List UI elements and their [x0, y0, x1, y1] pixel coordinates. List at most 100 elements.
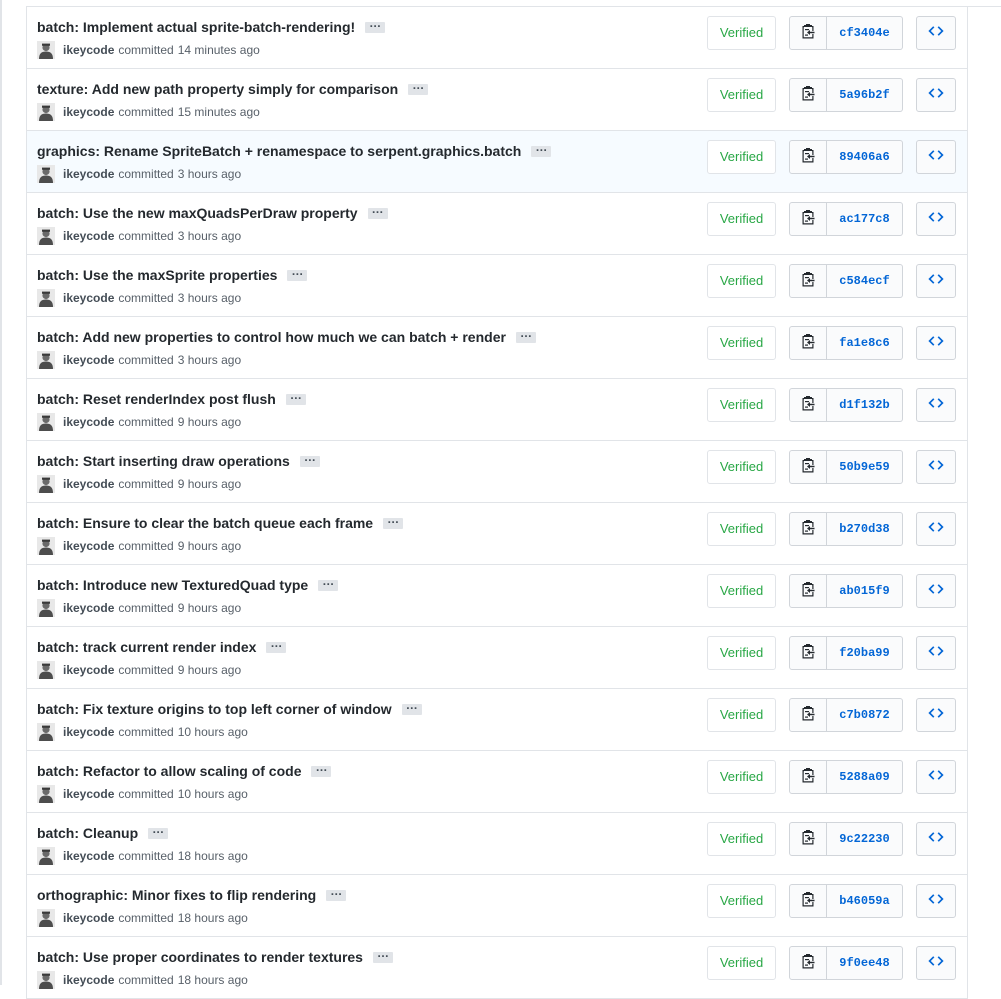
copy-sha-button[interactable] [789, 760, 827, 794]
author-avatar[interactable] [37, 351, 55, 369]
browse-repo-button[interactable] [916, 326, 956, 360]
expand-details-button[interactable] [365, 16, 386, 33]
author-avatar[interactable] [37, 909, 55, 927]
verified-badge[interactable]: Verified [707, 78, 776, 112]
author-link[interactable]: ikeycode [63, 725, 114, 739]
commit-sha-link[interactable]: 9c22230 [827, 822, 903, 856]
expand-details-button[interactable] [148, 822, 169, 839]
commit-sha-link[interactable]: f20ba99 [827, 636, 903, 670]
commit-message-link[interactable]: batch: track current render index [37, 639, 256, 655]
verified-badge[interactable]: Verified [707, 698, 776, 732]
copy-sha-button[interactable] [789, 636, 827, 670]
author-link[interactable]: ikeycode [63, 849, 114, 863]
verified-badge[interactable]: Verified [707, 822, 776, 856]
copy-sha-button[interactable] [789, 450, 827, 484]
author-avatar[interactable] [37, 537, 55, 555]
copy-sha-button[interactable] [789, 388, 827, 422]
verified-badge[interactable]: Verified [707, 760, 776, 794]
author-link[interactable]: ikeycode [63, 415, 114, 429]
expand-details-button[interactable] [326, 884, 347, 901]
commit-message-link[interactable]: batch: Use the maxSprite properties [37, 267, 277, 283]
verified-badge[interactable]: Verified [707, 884, 776, 918]
commit-sha-link[interactable]: c7b0872 [827, 698, 903, 732]
expand-details-button[interactable] [318, 574, 339, 591]
verified-badge[interactable]: Verified [707, 388, 776, 422]
commit-message-link[interactable]: batch: Introduce new TexturedQuad type [37, 577, 308, 593]
expand-details-button[interactable] [287, 264, 308, 281]
browse-repo-button[interactable] [916, 140, 956, 174]
browse-repo-button[interactable] [916, 78, 956, 112]
author-avatar[interactable] [37, 723, 55, 741]
verified-badge[interactable]: Verified [707, 946, 776, 980]
author-link[interactable]: ikeycode [63, 167, 114, 181]
author-link[interactable]: ikeycode [63, 601, 114, 615]
expand-details-button[interactable] [299, 450, 320, 467]
author-avatar[interactable] [37, 661, 55, 679]
commit-sha-link[interactable]: 89406a6 [827, 140, 903, 174]
verified-badge[interactable]: Verified [707, 140, 776, 174]
author-avatar[interactable] [37, 413, 55, 431]
verified-badge[interactable]: Verified [707, 326, 776, 360]
copy-sha-button[interactable] [789, 16, 827, 50]
copy-sha-button[interactable] [789, 78, 827, 112]
browse-repo-button[interactable] [916, 698, 956, 732]
commit-message-link[interactable]: batch: Start inserting draw operations [37, 453, 290, 469]
browse-repo-button[interactable] [916, 822, 956, 856]
commit-sha-link[interactable]: 5a96b2f [827, 78, 903, 112]
copy-sha-button[interactable] [789, 326, 827, 360]
commit-message-link[interactable]: batch: Ensure to clear the batch queue e… [37, 515, 373, 531]
browse-repo-button[interactable] [916, 760, 956, 794]
commit-message-link[interactable]: batch: Fix texture origins to top left c… [37, 701, 392, 717]
expand-details-button[interactable] [408, 78, 429, 95]
verified-badge[interactable]: Verified [707, 202, 776, 236]
expand-details-button[interactable] [372, 946, 393, 963]
author-link[interactable]: ikeycode [63, 291, 114, 305]
author-link[interactable]: ikeycode [63, 477, 114, 491]
author-link[interactable]: ikeycode [63, 353, 114, 367]
commit-message-link[interactable]: batch: Reset renderIndex post flush [37, 391, 276, 407]
copy-sha-button[interactable] [789, 946, 827, 980]
browse-repo-button[interactable] [916, 388, 956, 422]
browse-repo-button[interactable] [916, 264, 956, 298]
commit-message-link[interactable]: orthographic: Minor fixes to flip render… [37, 887, 316, 903]
commit-sha-link[interactable]: ac177c8 [827, 202, 903, 236]
commit-message-link[interactable]: batch: Add new properties to control how… [37, 329, 506, 345]
commit-sha-link[interactable]: 9f0ee48 [827, 946, 903, 980]
commit-message-link[interactable]: batch: Implement actual sprite-batch-ren… [37, 19, 355, 35]
commit-sha-link[interactable]: 5288a09 [827, 760, 903, 794]
commit-sha-link[interactable]: d1f132b [827, 388, 903, 422]
commit-sha-link[interactable]: ab015f9 [827, 574, 903, 608]
commit-sha-link[interactable]: b46059a [827, 884, 903, 918]
commit-sha-link[interactable]: cf3404e [827, 16, 903, 50]
verified-badge[interactable]: Verified [707, 512, 776, 546]
browse-repo-button[interactable] [916, 574, 956, 608]
verified-badge[interactable]: Verified [707, 636, 776, 670]
expand-details-button[interactable] [515, 326, 536, 343]
expand-details-button[interactable] [367, 202, 388, 219]
commit-sha-link[interactable]: c584ecf [827, 264, 903, 298]
browse-repo-button[interactable] [916, 636, 956, 670]
commit-message-link[interactable]: batch: Refactor to allow scaling of code [37, 763, 301, 779]
expand-details-button[interactable] [531, 140, 552, 157]
author-avatar[interactable] [37, 785, 55, 803]
author-avatar[interactable] [37, 165, 55, 183]
browse-repo-button[interactable] [916, 450, 956, 484]
expand-details-button[interactable] [311, 760, 332, 777]
copy-sha-button[interactable] [789, 698, 827, 732]
browse-repo-button[interactable] [916, 884, 956, 918]
commit-sha-link[interactable]: 50b9e59 [827, 450, 903, 484]
commit-message-link[interactable]: texture: Add new path property simply fo… [37, 81, 398, 97]
verified-badge[interactable]: Verified [707, 574, 776, 608]
verified-badge[interactable]: Verified [707, 450, 776, 484]
commit-message-link[interactable]: batch: Use proper coordinates to render … [37, 949, 363, 965]
verified-badge[interactable]: Verified [707, 264, 776, 298]
browse-repo-button[interactable] [916, 202, 956, 236]
browse-repo-button[interactable] [916, 946, 956, 980]
commit-sha-link[interactable]: b270d38 [827, 512, 903, 546]
copy-sha-button[interactable] [789, 822, 827, 856]
author-link[interactable]: ikeycode [63, 911, 114, 925]
author-avatar[interactable] [37, 103, 55, 121]
commit-message-link[interactable]: batch: Use the new maxQuadsPerDraw prope… [37, 205, 358, 221]
author-avatar[interactable] [37, 289, 55, 307]
author-link[interactable]: ikeycode [63, 663, 114, 677]
